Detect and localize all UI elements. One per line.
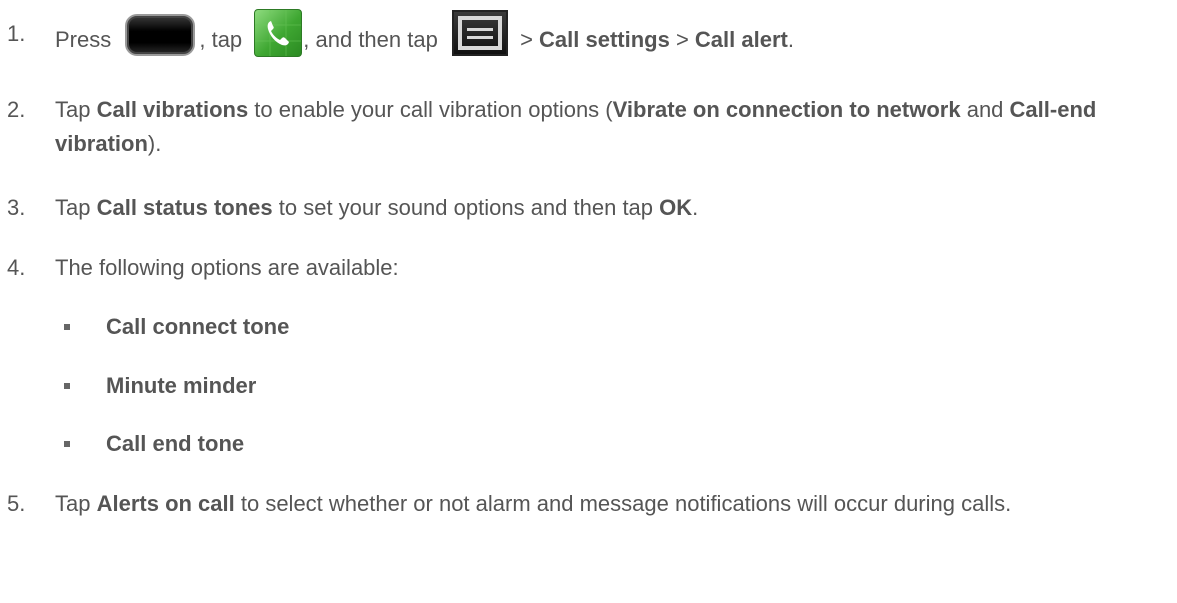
step-text: Tap Alerts on call to select whether or … (55, 491, 1012, 516)
option-label: Call connect tone (106, 314, 290, 339)
bullet-icon (64, 383, 70, 389)
step-number: 5. (7, 491, 26, 516)
bullet-icon (64, 441, 70, 447)
step-number: 2. (7, 97, 26, 122)
step-text: Press , tap , and then tap > Call settin… (55, 9, 1165, 65)
step-number: 4. (7, 255, 26, 280)
option-label: Call end tone (106, 431, 245, 456)
bullet-icon (64, 324, 70, 330)
step-text: Tap Call status tones to set your sound … (55, 195, 699, 220)
step-number: 3. (7, 195, 26, 220)
step-text: Tap Call vibrations to enable your call … (55, 97, 1097, 156)
step-number: 1. (7, 21, 26, 46)
phone-app-icon (254, 9, 303, 57)
home-key-icon (125, 14, 196, 56)
menu-key-icon (451, 10, 508, 56)
option-label: Minute minder (106, 373, 257, 398)
step-text: The following options are available: (55, 255, 399, 280)
